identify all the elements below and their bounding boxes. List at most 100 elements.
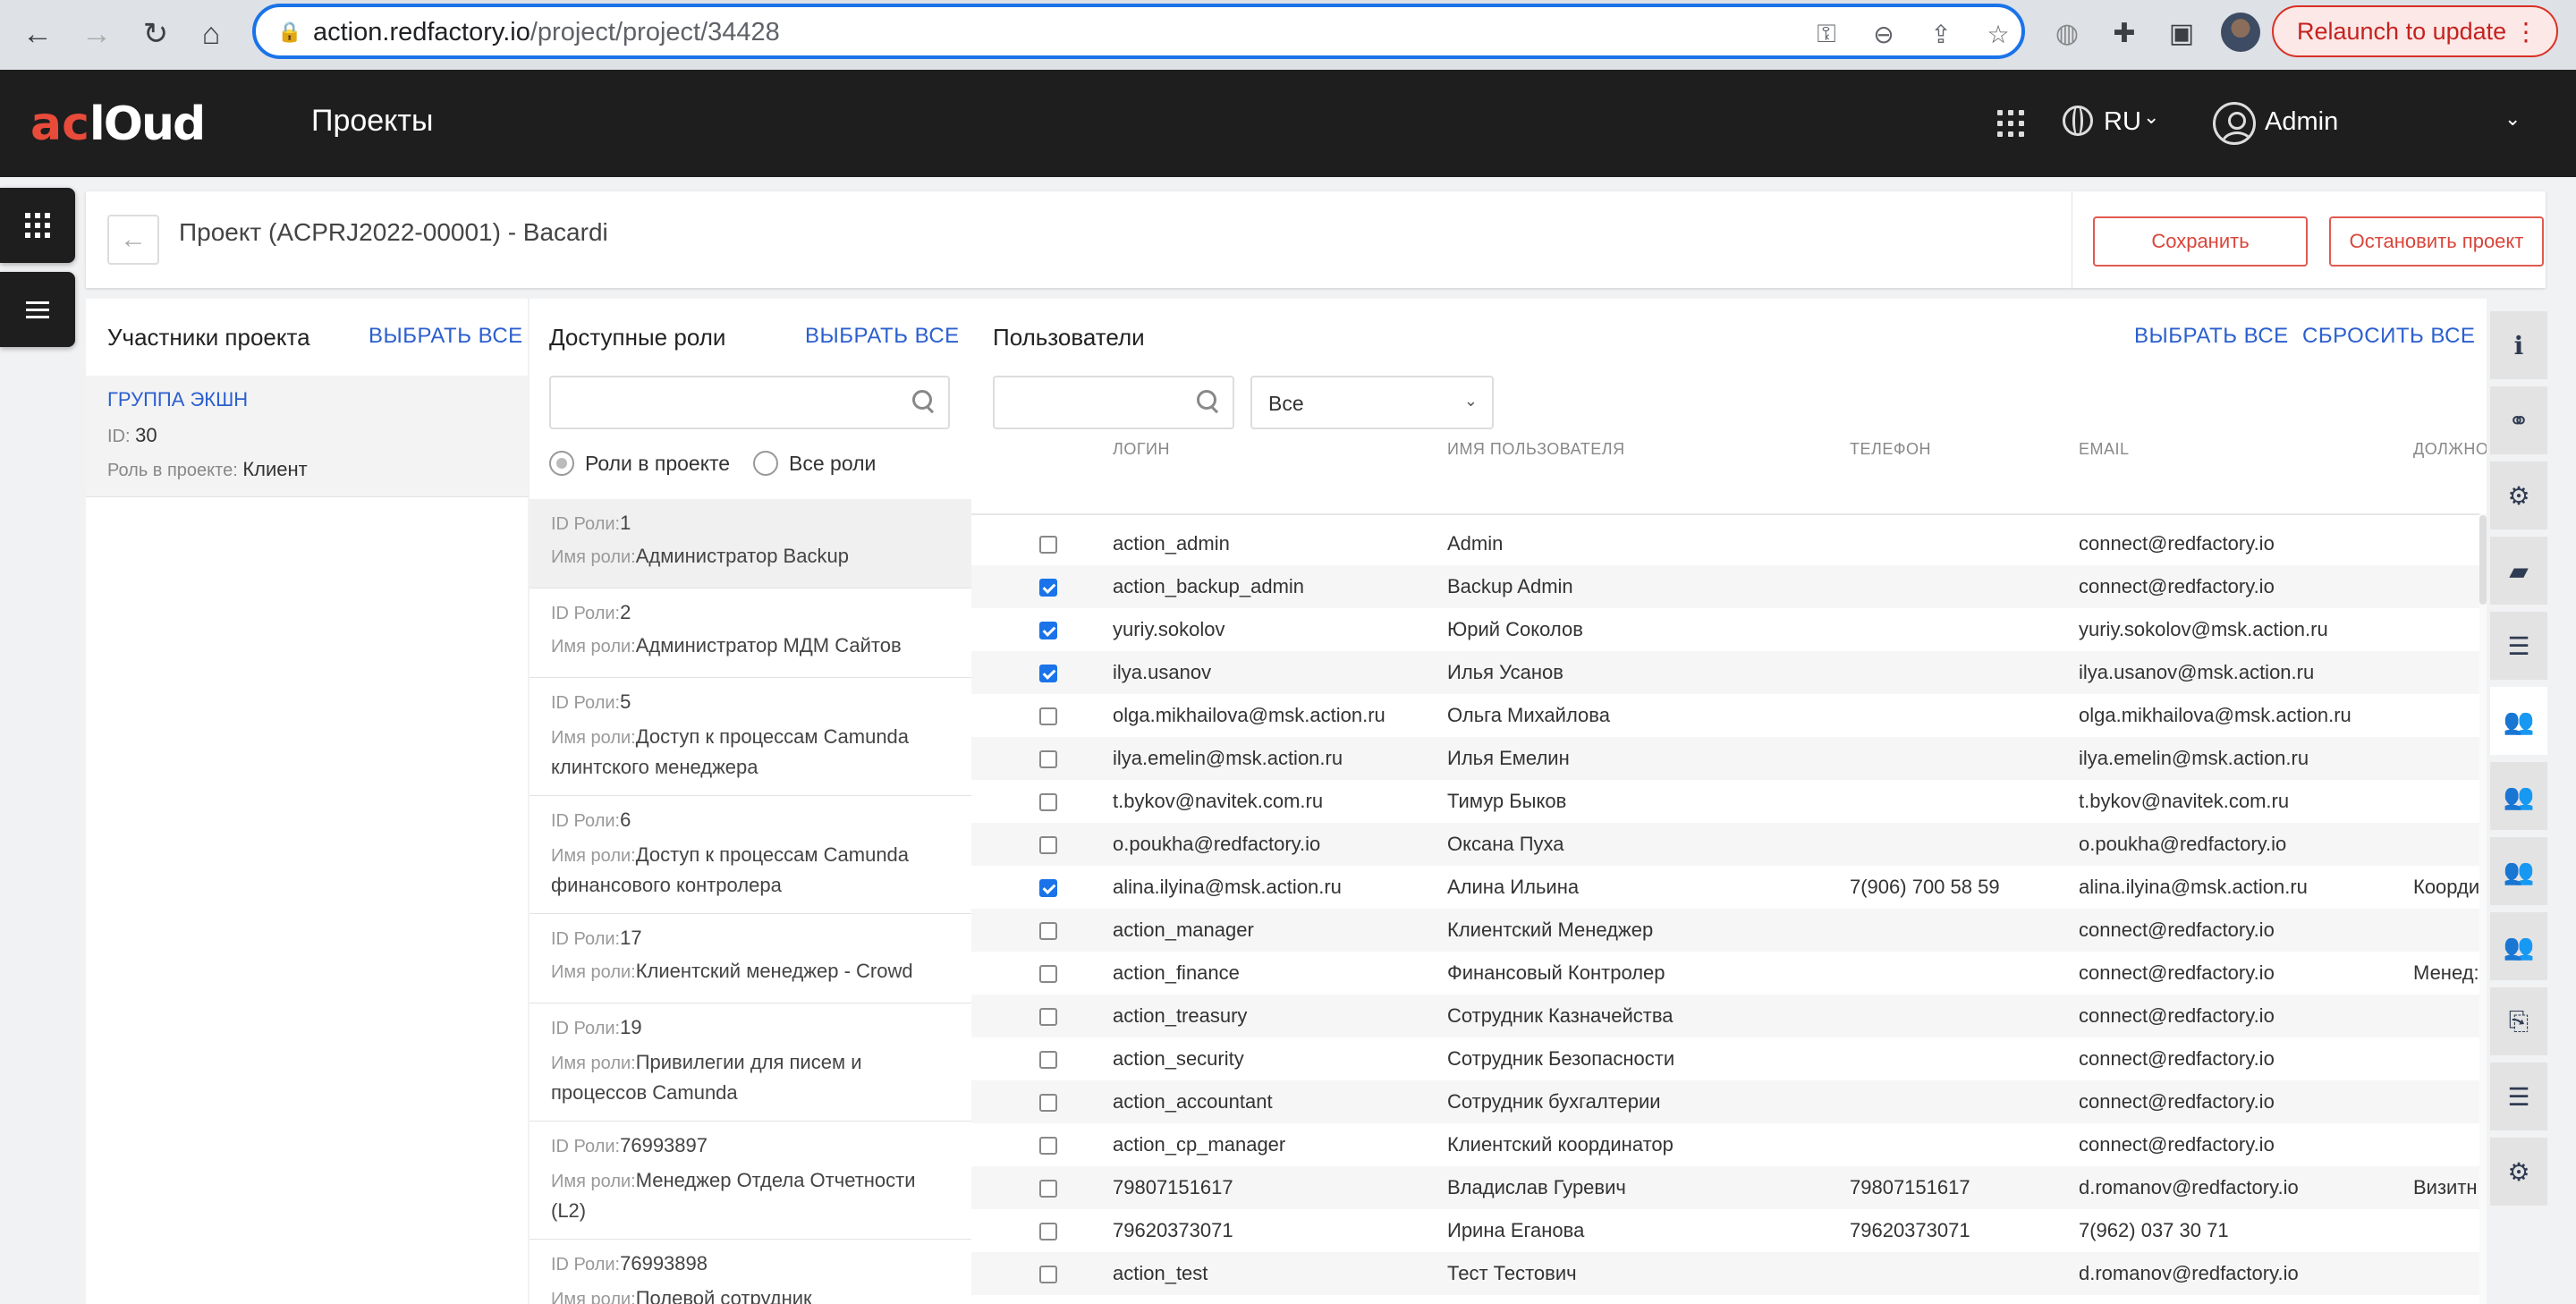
- relaunch-button[interactable]: Relaunch to update ⋮: [2272, 5, 2558, 57]
- chevron-down-icon[interactable]: ⌄: [2143, 106, 2159, 129]
- info-icon[interactable]: ℹ: [2490, 311, 2547, 379]
- column-header-username[interactable]: ИМЯ ПОЛЬЗОВАТЕЛЯ: [1447, 440, 1625, 459]
- row-checkbox[interactable]: [1039, 793, 1057, 811]
- table-row[interactable]: action_admin Admin connect@redfactory.io: [971, 522, 2487, 565]
- stop-project-button[interactable]: Остановить проект: [2329, 216, 2544, 267]
- role-item[interactable]: ID Роли:6 Имя роли:Доступ к процессам Ca…: [530, 796, 971, 914]
- table-row[interactable]: action_finance Финансовый Контролер connec…: [971, 952, 2487, 995]
- search-icon[interactable]: [1197, 390, 1220, 413]
- row-checkbox[interactable]: [1039, 707, 1057, 725]
- users-reset-all-button[interactable]: СБРОСИТЬ ВСЕ: [2302, 324, 2475, 349]
- app-logo[interactable]: ac lOud: [30, 97, 206, 151]
- role-item[interactable]: ID Роли:17 Имя роли:Клиентский менеджер …: [530, 914, 971, 1003]
- table-row[interactable]: o.poukha@redfactory.io Оксана Пуха o.poukh…: [971, 823, 2487, 866]
- translate-icon[interactable]: ◍: [2045, 11, 2089, 55]
- list-icon[interactable]: ☰: [2490, 612, 2547, 680]
- table-row[interactable]: action_test Тест Тестович d.romanov@redfac…: [971, 1252, 2487, 1295]
- row-checkbox[interactable]: [1039, 750, 1057, 768]
- group-icon[interactable]: 👥: [2490, 762, 2547, 830]
- row-checkbox[interactable]: [1039, 1094, 1057, 1112]
- table-row[interactable]: olga.mikhailova@msk.action.ru Ольга Михай…: [971, 694, 2487, 737]
- user-name[interactable]: Admin: [2265, 107, 2338, 137]
- star-icon[interactable]: ☆: [1979, 16, 2018, 52]
- table-row[interactable]: 79620373071 Ирина Еганова 79620373071 7(962…: [971, 1209, 2487, 1252]
- users-select-all-button[interactable]: ВЫБРАТЬ ВСЕ: [2134, 324, 2289, 349]
- table-row[interactable]: action_backup_admin Backup Admin connect@r…: [971, 565, 2487, 608]
- table-row[interactable]: yuriy.sokolov Юрий Соколов yuriy.sokolov@m…: [971, 608, 2487, 651]
- row-checkbox[interactable]: [1039, 965, 1057, 983]
- row-checkbox[interactable]: [1039, 1266, 1057, 1283]
- row-checkbox[interactable]: [1039, 836, 1057, 854]
- table-row[interactable]: action_manager Клиентский Менеджер connect…: [971, 909, 2487, 952]
- role-item[interactable]: ID Роли:5 Имя роли:Доступ к процессам Ca…: [530, 678, 971, 796]
- table-row[interactable]: alina.ilyina@msk.action.ru Алина Ильина 7(…: [971, 866, 2487, 909]
- address-bar[interactable]: 🔒 action.redfactory.io/project/project/3…: [252, 4, 2025, 59]
- role-item[interactable]: ID Роли:76993898 Имя роли:Полевой сотруд…: [530, 1240, 971, 1304]
- column-header-position[interactable]: ДОЛЖНО: [2413, 440, 2487, 459]
- row-checkbox[interactable]: [1039, 579, 1057, 597]
- table-row[interactable]: action_security Сотрудник Безопасности con…: [971, 1037, 2487, 1080]
- globe-icon[interactable]: [2063, 106, 2093, 136]
- user-avatar-icon[interactable]: [2213, 102, 2256, 145]
- table-row[interactable]: action_accountant Сотрудник бухгалтерии co…: [971, 1080, 2487, 1123]
- column-header-phone[interactable]: ТЕЛЕФОН: [1850, 440, 1931, 459]
- users-search-input[interactable]: [993, 376, 1234, 429]
- kebab-menu-icon[interactable]: ⋮: [2513, 17, 2538, 47]
- role-item[interactable]: ID Роли:2 Имя роли:Администратор МДМ Сай…: [530, 588, 971, 678]
- users-scrollbar[interactable]: [2479, 513, 2487, 1304]
- row-checkbox[interactable]: [1039, 922, 1057, 940]
- table-row[interactable]: action_treasury Сотрудник Казначейства con…: [971, 995, 2487, 1037]
- folder-icon[interactable]: ▰: [2490, 537, 2547, 605]
- row-checkbox[interactable]: [1039, 622, 1057, 639]
- row-checkbox[interactable]: [1039, 879, 1057, 897]
- gear-icon[interactable]: ⚙: [2490, 461, 2547, 529]
- row-checkbox[interactable]: [1039, 1137, 1057, 1155]
- sidepanel-icon[interactable]: ▣: [2159, 11, 2204, 55]
- radio-project-roles[interactable]: Роли в проекте: [549, 451, 730, 476]
- users-icon[interactable]: 👥: [2490, 687, 2547, 755]
- list-icon[interactable]: ☰: [2490, 1063, 2547, 1130]
- back-arrow-icon[interactable]: ←: [13, 9, 63, 59]
- group-icon[interactable]: 👥: [2490, 837, 2547, 905]
- zoom-icon[interactable]: ⊖: [1864, 16, 1903, 52]
- row-checkbox[interactable]: [1039, 1051, 1057, 1069]
- table-row[interactable]: 79807151617 Владислав Гуревич 79807151617 d…: [971, 1166, 2487, 1209]
- row-checkbox[interactable]: [1039, 1180, 1057, 1198]
- profile-avatar[interactable]: [2221, 13, 2260, 52]
- group-icon[interactable]: 👥: [2490, 912, 2547, 980]
- url-text[interactable]: action.redfactory.io/project/project/344…: [313, 18, 780, 47]
- hamburger-menu-button[interactable]: [0, 272, 75, 347]
- role-item[interactable]: ID Роли:19 Имя роли:Привилегии для писем…: [530, 1003, 971, 1122]
- back-button[interactable]: ←: [107, 215, 159, 265]
- table-row[interactable]: t.bykov@navitek.com.ru Тимур Быков t.bykov…: [971, 780, 2487, 823]
- member-name[interactable]: ГРУППА ЭКШН: [107, 388, 248, 411]
- row-checkbox[interactable]: [1039, 1223, 1057, 1240]
- forward-arrow-icon[interactable]: →: [72, 9, 122, 59]
- paperclip-icon[interactable]: ⎘: [2490, 987, 2547, 1055]
- table-row[interactable]: ilya.emelin@msk.action.ru Илья Емелин ilya…: [971, 737, 2487, 780]
- home-icon[interactable]: ⌂: [186, 9, 236, 59]
- users-filter-select[interactable]: Все ⌄: [1250, 376, 1494, 429]
- members-select-all-button[interactable]: ВЫБРАТЬ ВСЕ: [369, 324, 523, 349]
- apps-menu-button[interactable]: [0, 188, 75, 263]
- reload-icon[interactable]: ↻: [131, 9, 181, 59]
- row-checkbox[interactable]: [1039, 1008, 1057, 1026]
- table-row[interactable]: action_cp_manager Клиентский координатор c…: [971, 1123, 2487, 1166]
- radio-all-roles[interactable]: Все роли: [753, 451, 876, 476]
- table-row[interactable]: ilya.usanov Илья Усанов ilya.usanov@msk.ac…: [971, 651, 2487, 694]
- language-selector[interactable]: RU: [2104, 107, 2141, 137]
- role-item[interactable]: ID Роли:1 Имя роли:Администратор Backup: [530, 499, 971, 588]
- share-icon[interactable]: ⇪: [1921, 16, 1961, 52]
- member-item[interactable]: ГРУППА ЭКШН ID: 30 Роль в проекте: Клиен…: [86, 376, 528, 497]
- extensions-icon[interactable]: ✚: [2102, 11, 2147, 55]
- key-icon[interactable]: ⚿: [1807, 16, 1846, 52]
- apps-grid-icon[interactable]: [1995, 107, 2027, 140]
- column-header-login[interactable]: ЛОГИН: [1113, 440, 1170, 459]
- roles-search-input[interactable]: [549, 376, 950, 429]
- chevron-down-icon[interactable]: ⌄: [2504, 107, 2521, 131]
- role-item[interactable]: ID Роли:76993897 Имя роли:Менеджер Отдел…: [530, 1122, 971, 1240]
- roles-select-all-button[interactable]: ВЫБРАТЬ ВСЕ: [805, 324, 960, 349]
- search-icon[interactable]: [912, 390, 936, 413]
- row-checkbox[interactable]: [1039, 665, 1057, 682]
- save-button[interactable]: Сохранить: [2093, 216, 2308, 267]
